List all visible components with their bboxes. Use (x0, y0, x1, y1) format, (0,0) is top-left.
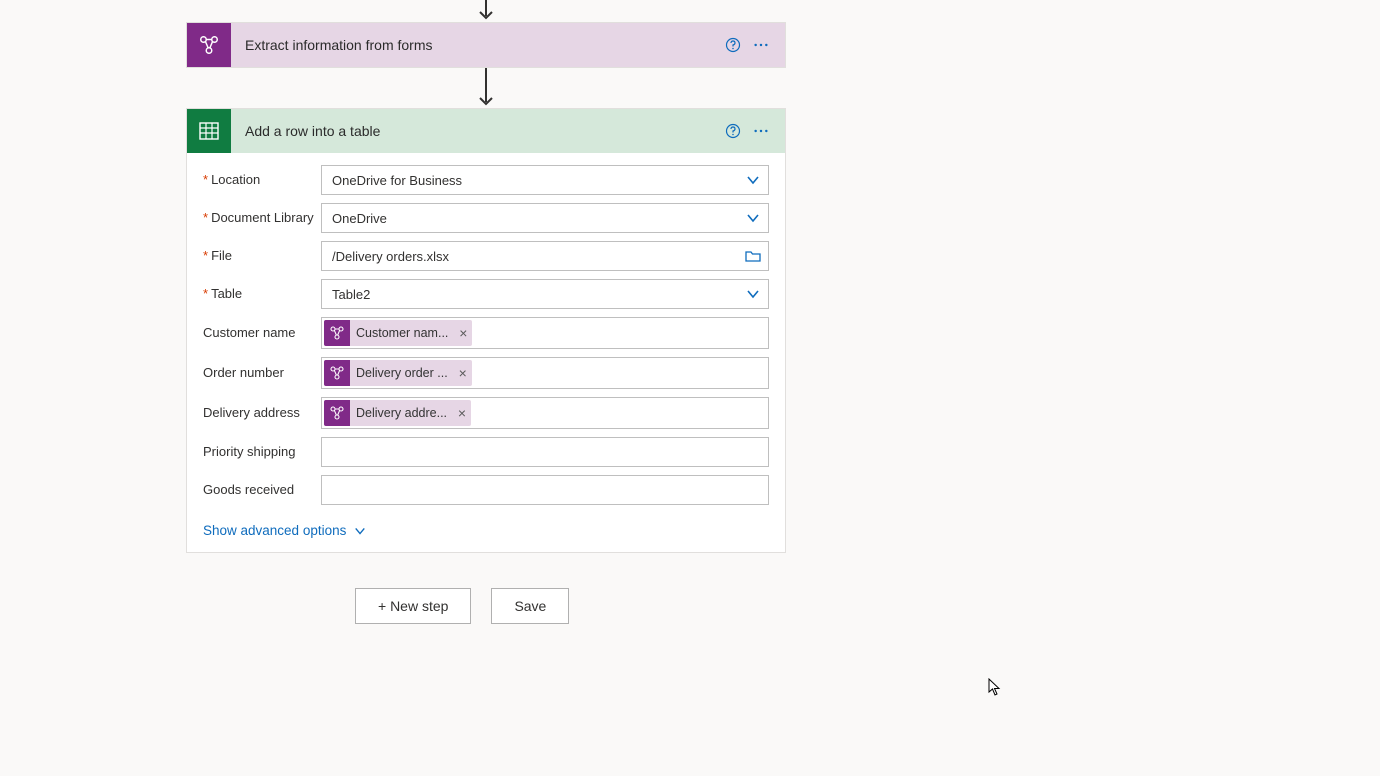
priority-input[interactable] (321, 437, 769, 467)
field-label-file: *File (203, 248, 321, 264)
customer-input[interactable]: Customer nam... × (321, 317, 769, 349)
field-label-location: *Location (203, 172, 321, 188)
step-add-row-into-table: Add a row into a table (186, 108, 786, 553)
folder-icon[interactable] (738, 249, 768, 263)
field-label-order: Order number (203, 365, 321, 381)
help-button[interactable] (719, 31, 747, 59)
file-input[interactable]: /Delivery orders.xlsx (321, 241, 769, 271)
token-remove-button[interactable]: × (454, 360, 472, 386)
location-value: OneDrive for Business (322, 173, 738, 188)
order-input[interactable]: Delivery order ... × (321, 357, 769, 389)
more-button[interactable] (747, 31, 775, 59)
step-extract-information[interactable]: Extract information from forms (186, 22, 786, 68)
field-label-delivery: Delivery address (203, 405, 321, 421)
field-label-doclib: *Document Library (203, 210, 321, 226)
token-delivery-order[interactable]: Delivery order ... × (324, 360, 472, 386)
excel-icon (187, 109, 231, 153)
new-step-button[interactable]: + New step (355, 588, 471, 624)
help-button[interactable] (719, 117, 747, 145)
token-label: Delivery addre... (350, 406, 453, 420)
token-label: Customer nam... (350, 326, 454, 340)
mouse-cursor-icon (988, 678, 1006, 696)
token-customer-name[interactable]: Customer nam... × (324, 320, 472, 346)
ai-builder-icon (187, 23, 231, 67)
doclib-value: OneDrive (322, 211, 738, 226)
ai-builder-icon (324, 400, 350, 426)
location-select[interactable]: OneDrive for Business (321, 165, 769, 195)
token-label: Delivery order ... (350, 366, 454, 380)
help-icon (725, 37, 741, 53)
chevron-down-icon (738, 287, 768, 301)
field-label-goods: Goods received (203, 482, 321, 498)
advanced-label: Show advanced options (203, 523, 346, 538)
goods-input[interactable] (321, 475, 769, 505)
chevron-down-icon (738, 173, 768, 187)
table-value: Table2 (322, 287, 738, 302)
help-icon (725, 123, 741, 139)
show-advanced-options-link[interactable]: Show advanced options (203, 523, 366, 538)
token-remove-button[interactable]: × (453, 400, 471, 426)
token-delivery-address[interactable]: Delivery addre... × (324, 400, 471, 426)
ai-builder-icon (324, 320, 350, 346)
flow-arrow-icon (476, 68, 496, 108)
ai-builder-icon (324, 360, 350, 386)
step-header[interactable]: Add a row into a table (187, 109, 785, 153)
token-remove-button[interactable]: × (454, 320, 472, 346)
save-button[interactable]: Save (491, 588, 569, 624)
doclib-select[interactable]: OneDrive (321, 203, 769, 233)
ellipsis-icon (753, 37, 769, 53)
step-title: Add a row into a table (231, 123, 719, 139)
table-select[interactable]: Table2 (321, 279, 769, 309)
delivery-input[interactable]: Delivery addre... × (321, 397, 769, 429)
flow-arrow-icon (476, 0, 496, 22)
file-value: /Delivery orders.xlsx (322, 249, 738, 264)
more-button[interactable] (747, 117, 775, 145)
ellipsis-icon (753, 123, 769, 139)
chevron-down-icon (738, 211, 768, 225)
chevron-down-icon (354, 525, 366, 537)
field-label-customer: Customer name (203, 325, 321, 341)
step-title: Extract information from forms (231, 37, 719, 53)
field-label-table: *Table (203, 286, 321, 302)
field-label-priority: Priority shipping (203, 444, 321, 460)
